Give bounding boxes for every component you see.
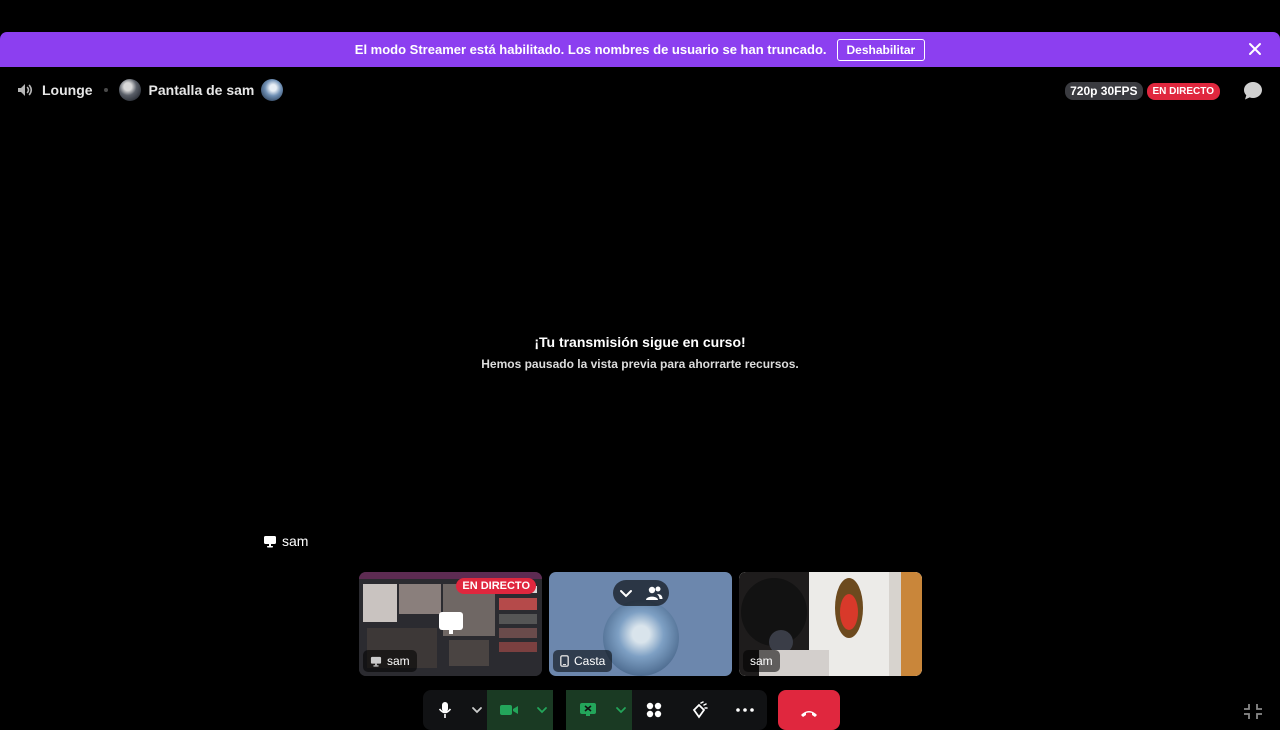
share-activity-controls	[566, 690, 767, 730]
tile-name-label: sam	[363, 650, 417, 672]
streamer-mode-banner: El modo Streamer está habilitado. Los no…	[0, 32, 1280, 67]
chevron-down-icon	[472, 707, 482, 714]
speaker-icon	[18, 84, 33, 96]
tile-user-name: sam	[387, 654, 410, 668]
camera-button[interactable]	[487, 690, 531, 730]
banner-text: El modo Streamer está habilitado. Los no…	[354, 42, 827, 57]
soundboard-icon	[692, 701, 708, 719]
avatar	[603, 600, 679, 676]
phone-icon	[560, 655, 569, 667]
message-subtitle: Hemos pausado la vista previa para ahorr…	[481, 357, 799, 371]
disconnect-button[interactable]	[778, 690, 840, 730]
more-icon	[735, 708, 754, 712]
mic-icon	[438, 702, 452, 718]
participant-tile-avatar[interactable]: Casta	[549, 572, 732, 676]
message-title: ¡Tu transmisión sigue en curso!	[534, 334, 746, 350]
chevron-down-icon	[537, 707, 547, 714]
screenshare-icon	[580, 703, 596, 716]
screenshare-button[interactable]	[566, 690, 610, 730]
chevron-down-icon	[616, 707, 626, 714]
focused-user-label: sam	[263, 533, 308, 549]
screen-icon	[264, 535, 276, 547]
tile-user-name: Casta	[574, 654, 606, 668]
audio-settings-button[interactable]	[467, 690, 487, 730]
fullscreen-exit-icon[interactable]	[1243, 703, 1263, 720]
camera-settings-button[interactable]	[531, 690, 553, 730]
activities-icon	[646, 702, 662, 718]
chevron-down-icon[interactable]	[619, 586, 633, 600]
camera-icon	[500, 705, 518, 715]
screenshare-settings-button[interactable]	[610, 690, 632, 730]
tile-name-label: sam	[743, 650, 780, 672]
chat-icon[interactable]	[1242, 80, 1264, 102]
avatar	[118, 79, 141, 101]
mute-button[interactable]	[423, 690, 467, 730]
live-badge: EN DIRECTO	[1146, 82, 1220, 100]
focused-user-name: sam	[282, 533, 309, 549]
soundboard-button[interactable]	[676, 690, 722, 730]
screen-icon	[370, 656, 382, 667]
tile-live-badge: EN DIRECTO	[456, 578, 536, 594]
close-icon[interactable]	[1246, 40, 1264, 58]
window-top-strip	[0, 0, 1280, 32]
hangup-icon	[801, 711, 817, 717]
disable-streamer-button[interactable]: Deshabilitar	[836, 38, 926, 61]
viewer-avatar[interactable]	[261, 79, 284, 101]
participant-tile-screen[interactable]: EN DIRECTO sam	[359, 572, 542, 676]
tile-user-name: sam	[750, 654, 773, 668]
tile-name-label: Casta	[553, 650, 613, 672]
audio-video-controls	[423, 690, 553, 730]
people-icon[interactable]	[645, 585, 663, 601]
participant-tile-camera[interactable]: sam	[739, 572, 922, 676]
stream-title: Pantalla de sam	[148, 82, 255, 98]
call-header: Lounge Pantalla de sam 720p 30FPS EN DIR…	[0, 67, 1280, 113]
more-options-button[interactable]	[722, 690, 767, 730]
activities-button[interactable]	[632, 690, 676, 730]
separator-dot	[103, 88, 108, 92]
quality-badge: 720p 30FPS	[1065, 82, 1143, 100]
paused-preview-message: ¡Tu transmisión sigue en curso! Hemos pa…	[0, 334, 1280, 371]
channel-name[interactable]: Lounge	[42, 82, 93, 98]
tile-controls-pill[interactable]	[613, 580, 669, 606]
